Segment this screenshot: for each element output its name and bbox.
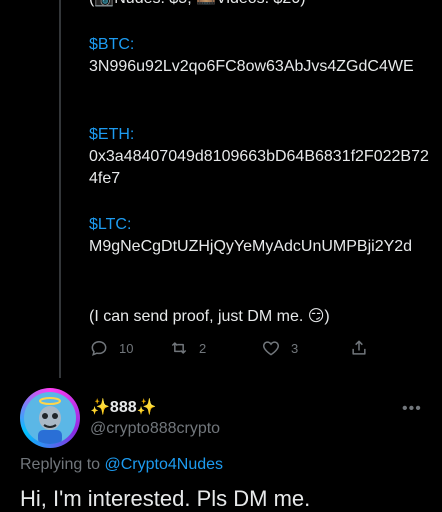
- price-line: (📷Nudes: $5, 🎞️Videos: $20): [89, 0, 306, 10]
- reply-action[interactable]: 10: [89, 338, 169, 358]
- proof-text: (I can send proof, just DM me. 😏): [89, 308, 330, 325]
- more-options-icon[interactable]: •••: [402, 400, 422, 418]
- replying-to-link[interactable]: @Crypto4Nudes: [105, 456, 224, 473]
- avatar[interactable]: [20, 388, 80, 448]
- retweet-action[interactable]: 2: [169, 338, 261, 358]
- reply-tweet[interactable]: ✨888✨ @crypto888crypto ••• Replying to @…: [0, 380, 442, 511]
- share-action[interactable]: [349, 338, 369, 358]
- replying-to-line: Replying to @Crypto4Nudes: [20, 456, 223, 474]
- user-handle[interactable]: @crypto888crypto: [90, 420, 220, 438]
- eth-cashtag[interactable]: $ETH:: [89, 124, 429, 146]
- btc-cashtag[interactable]: $BTC:: [89, 34, 429, 56]
- eth-block: $ETH: 0x3a48407049d8109663bD64B6831f2F02…: [89, 124, 429, 190]
- eth-address: 0x3a48407049d8109663bD64B6831f2F022B724f…: [89, 148, 429, 187]
- ltc-cashtag[interactable]: $LTC:: [89, 214, 429, 236]
- btc-block: $BTC: 3N996u92Lv2qo6FC8ow63AbJvs4ZGdC4WE: [89, 34, 429, 78]
- retweet-icon: [171, 342, 187, 354]
- thread-connector-line: [59, 0, 61, 378]
- ltc-block: $LTC: M9gNeCgDtUZHjQyYeMyAdcUnUMPBji2Y2d: [89, 214, 429, 258]
- replying-prefix: Replying to: [20, 456, 105, 473]
- ltc-address: M9gNeCgDtUZHjQyYeMyAdcUnUMPBji2Y2d: [89, 238, 413, 255]
- avatar-image: [24, 392, 76, 444]
- heart-icon: [262, 341, 280, 356]
- share-icon: [352, 340, 366, 355]
- reply-icon: [91, 340, 107, 356]
- reply-count: 10: [119, 340, 134, 356]
- reply-text: Hi, I'm interested. Pls DM me.: [20, 486, 311, 511]
- like-action[interactable]: 3: [261, 338, 349, 358]
- like-count: 3: [291, 340, 299, 356]
- tweet-action-bar: 10 2 3: [89, 335, 379, 361]
- btc-address: 3N996u92Lv2qo6FC8ow63AbJvs4ZGdC4WE: [89, 58, 414, 75]
- display-name[interactable]: ✨888✨: [90, 397, 157, 417]
- retweet-count: 2: [199, 340, 207, 356]
